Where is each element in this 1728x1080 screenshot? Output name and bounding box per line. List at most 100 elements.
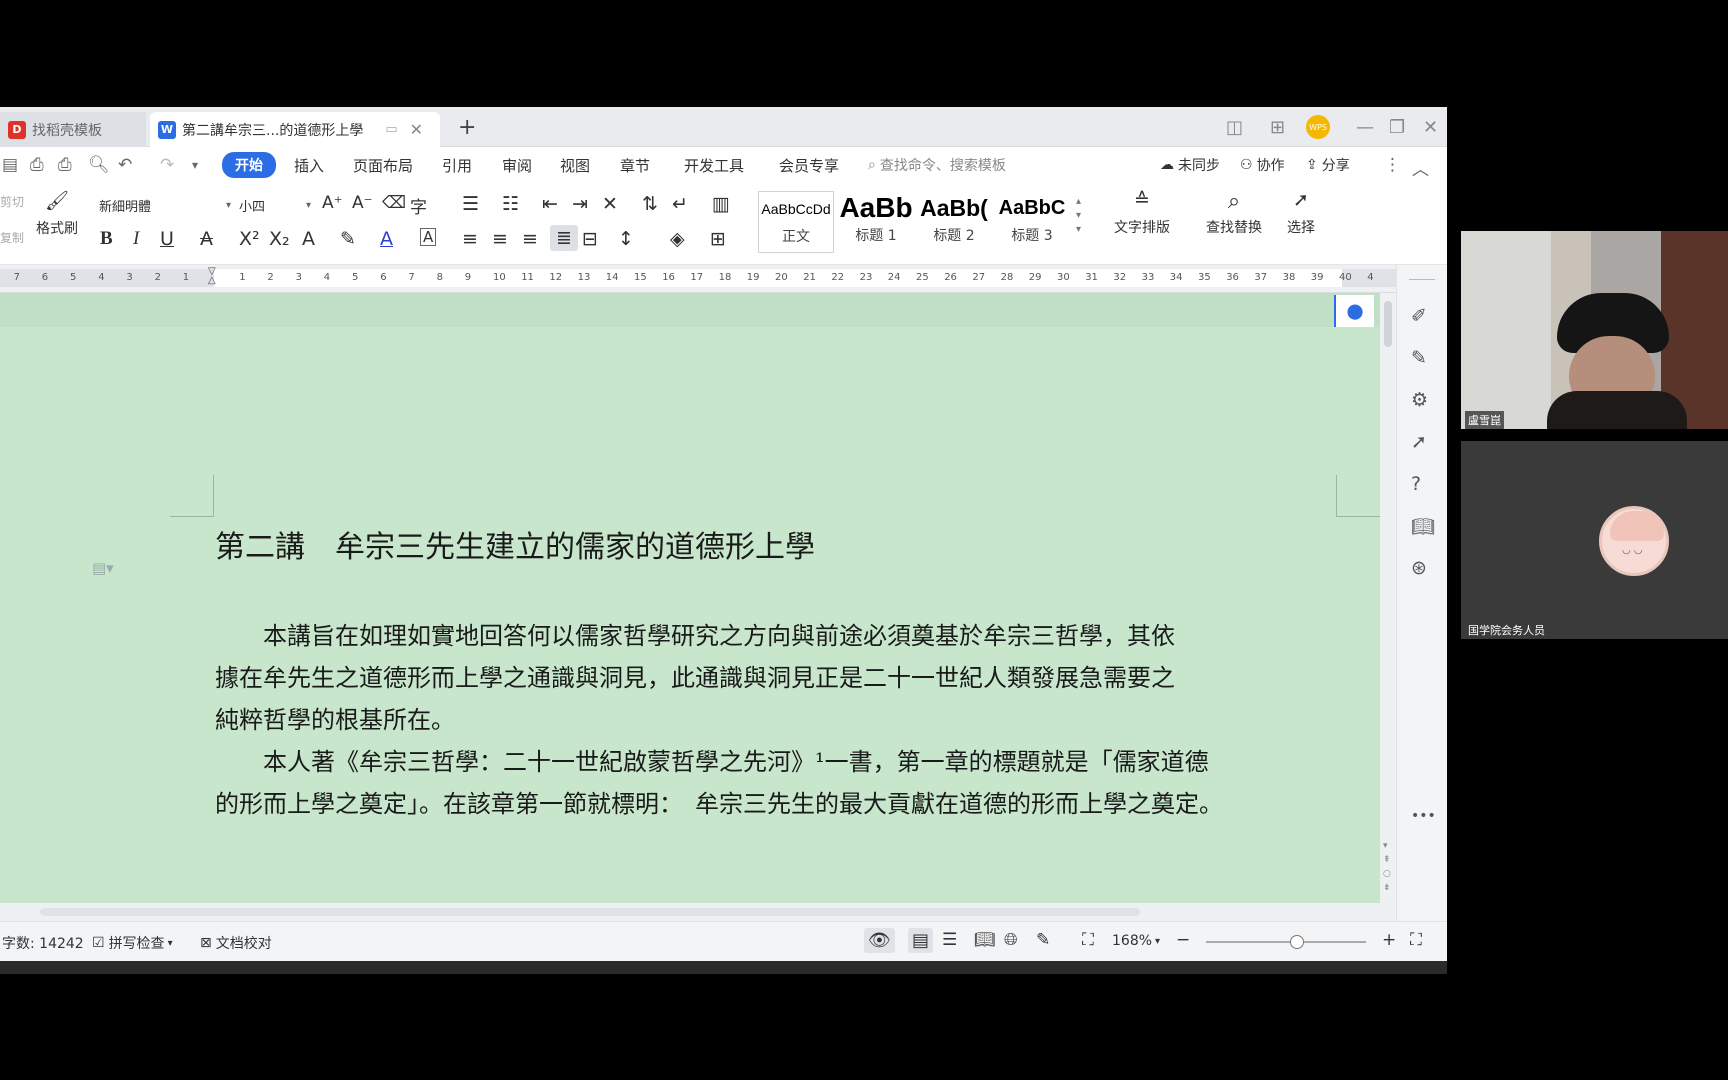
- menu-member[interactable]: 会员专享: [779, 155, 839, 176]
- paragraph-handle-icon[interactable]: ▤▾: [92, 559, 114, 577]
- book-icon[interactable]: 📖︎: [1411, 515, 1435, 538]
- chinese-layout-icon[interactable]: ✕: [602, 193, 618, 215]
- close-tab-icon[interactable]: ✕: [410, 120, 423, 139]
- font-color-icon[interactable]: A: [380, 228, 393, 250]
- increase-indent-icon[interactable]: ⇥: [572, 193, 588, 215]
- zoom-level[interactable]: 168% ▾: [1112, 933, 1160, 949]
- menu-review[interactable]: 审阅: [502, 155, 532, 176]
- copy-button[interactable]: 复制: [0, 229, 24, 246]
- export-pdf-icon[interactable]: ⎙: [30, 155, 44, 175]
- quick-access-dropdown-icon[interactable]: ▾: [192, 158, 198, 172]
- page-view-icon[interactable]: ▤: [908, 928, 934, 953]
- undo-icon[interactable]: ↶: [118, 155, 132, 175]
- line-spacing-icon[interactable]: ↕: [618, 228, 634, 250]
- phonetic-guide-icon[interactable]: 字: [410, 193, 427, 218]
- vertical-scrollbar[interactable]: ▾ ⇞ ○ ⇟: [1380, 293, 1396, 921]
- menu-reference[interactable]: 引用: [442, 155, 472, 176]
- subscript-icon[interactable]: X₂: [269, 228, 290, 250]
- text-layout-button[interactable]: ≙ 文字排版: [1104, 189, 1180, 237]
- menu-developer[interactable]: 开发工具: [684, 155, 744, 176]
- read-view-icon[interactable]: 📖︎: [974, 930, 996, 950]
- align-center-icon[interactable]: ≡: [492, 228, 508, 250]
- horizontal-scrollbar[interactable]: [0, 903, 1380, 921]
- indent-marker-icon[interactable]: ▽ △: [208, 267, 216, 286]
- spell-check-button[interactable]: ☑ 拼写检查 ▾: [92, 933, 173, 953]
- collapse-ribbon-icon[interactable]: ︿: [1412, 155, 1429, 180]
- menu-start[interactable]: 开始: [222, 152, 276, 178]
- minimize-icon[interactable]: —: [1356, 117, 1374, 138]
- collaborate-button[interactable]: ⚇ 协作: [1240, 155, 1285, 175]
- eye-protection-icon[interactable]: 👁︎: [864, 928, 895, 953]
- redo-icon[interactable]: ↷: [160, 155, 174, 175]
- video-tile-speaker[interactable]: 盧雪崑: [1461, 231, 1728, 429]
- close-window-icon[interactable]: ✕: [1423, 117, 1438, 138]
- tab-docer-templates[interactable]: D 找稻壳模板: [0, 112, 146, 147]
- menu-insert[interactable]: 插入: [294, 155, 324, 176]
- align-right-icon[interactable]: ≡: [522, 228, 538, 250]
- cut-button[interactable]: 剪切: [0, 193, 24, 210]
- shrink-font-icon[interactable]: A⁻: [352, 193, 373, 213]
- print-icon[interactable]: ⎙: [58, 155, 72, 175]
- strikethrough-icon[interactable]: A: [200, 228, 213, 250]
- page-nav-icon[interactable]: ▾ ⇞ ○ ⇟: [1383, 839, 1391, 895]
- write-view-icon[interactable]: ✎: [1036, 930, 1050, 950]
- style-heading-1[interactable]: AaBb 标题 1: [838, 191, 914, 253]
- bullet-list-icon[interactable]: ☰: [462, 193, 479, 215]
- paragraph-line[interactable]: 本人著《牟宗三哲學：二十一世紀啟蒙哲學之先河》¹一書，第一章的標題就是「儒家道德: [215, 741, 1345, 783]
- location-pin-icon[interactable]: ⬤: [1334, 295, 1374, 327]
- command-search[interactable]: ⌕ 查找命令、搜索模板: [868, 155, 1006, 175]
- new-tab-button[interactable]: +: [458, 115, 476, 140]
- bold-icon[interactable]: B: [100, 228, 113, 250]
- save-icon[interactable]: ▤: [2, 155, 18, 175]
- tab-document[interactable]: W 第二講牟宗三...的道德形上學 ▭ ✕: [150, 112, 440, 147]
- grow-font-icon[interactable]: A⁺: [322, 193, 343, 213]
- apps-grid-icon[interactable]: ⊞: [1270, 117, 1285, 138]
- distributed-icon[interactable]: ⊟: [582, 228, 598, 250]
- reading-mode-icon[interactable]: ◫: [1226, 117, 1243, 138]
- align-left-icon[interactable]: ≡: [462, 228, 478, 250]
- help-icon[interactable]: ?: [1411, 473, 1421, 495]
- text-effect-icon[interactable]: A: [302, 228, 315, 250]
- word-count[interactable]: 字数: 14242: [2, 933, 84, 953]
- find-replace-button[interactable]: ⌕ 查找替换: [1196, 189, 1272, 237]
- menu-view[interactable]: 视图: [560, 155, 590, 176]
- paragraph-line[interactable]: 純粹哲學的根基所在。: [215, 699, 1345, 741]
- zoom-in-icon[interactable]: +: [1382, 930, 1396, 950]
- pen-icon[interactable]: ✎: [1411, 347, 1427, 369]
- more-icon[interactable]: •••: [1411, 808, 1436, 824]
- font-size-select[interactable]: 小四 ▾: [234, 193, 314, 217]
- paragraph-line[interactable]: 據在牟先生之道德形而上學之通識與洞見，此通識與洞見正是二十一世紀人類發展急需要之: [215, 657, 1345, 699]
- tab-stops-icon[interactable]: ▥: [712, 193, 730, 215]
- print-preview-icon[interactable]: 🔍︎: [88, 155, 110, 175]
- zoom-out-icon[interactable]: −: [1176, 930, 1190, 950]
- scroll-thumb[interactable]: [40, 908, 1140, 916]
- shading-icon[interactable]: ◈: [670, 228, 685, 250]
- superscript-icon[interactable]: X²: [239, 228, 260, 250]
- style-heading-3[interactable]: AaBbC 标题 3: [994, 191, 1070, 253]
- compass-icon[interactable]: ⊛: [1411, 557, 1427, 579]
- style-heading-2[interactable]: AaBb( 标题 2: [916, 191, 992, 253]
- scroll-thumb[interactable]: [1384, 301, 1392, 347]
- restore-icon[interactable]: ❐: [1389, 117, 1405, 138]
- more-options-icon[interactable]: ⋮: [1384, 155, 1401, 175]
- justify-icon[interactable]: ≣: [550, 225, 578, 251]
- format-painter-button[interactable]: 🖌︎ 格式刷: [34, 189, 80, 238]
- sort-icon[interactable]: ⇅: [642, 193, 658, 215]
- italic-icon[interactable]: I: [133, 228, 139, 250]
- user-avatar[interactable]: WPS: [1306, 115, 1330, 139]
- document-canvas[interactable]: ⬤ ▤▾ 第二講 牟宗三先生建立的儒家的道德形上學 本講旨在如理如實地回答何以儒…: [0, 293, 1380, 921]
- zoom-slider[interactable]: [1206, 935, 1366, 949]
- decrease-indent-icon[interactable]: ⇤: [542, 193, 558, 215]
- outline-view-icon[interactable]: ☰: [942, 930, 957, 950]
- sync-status[interactable]: ☁ 未同步: [1160, 155, 1220, 175]
- video-tile-participant[interactable]: ◡ ◡ 国学院会务人员: [1461, 441, 1728, 639]
- numbered-list-icon[interactable]: ☷: [502, 193, 519, 215]
- menu-page-layout[interactable]: 页面布局: [353, 155, 413, 176]
- style-normal[interactable]: AaBbCcDd 正文: [758, 191, 834, 253]
- show-marks-icon[interactable]: ↵: [672, 193, 688, 215]
- highlight-icon[interactable]: ✎: [340, 228, 356, 250]
- font-name-select[interactable]: 新細明體 ▾: [94, 193, 234, 217]
- select-button[interactable]: ➚ 选择: [1276, 189, 1326, 237]
- adjust-icon[interactable]: ⚙: [1411, 389, 1428, 411]
- web-view-icon[interactable]: 🌐︎: [1004, 930, 1018, 950]
